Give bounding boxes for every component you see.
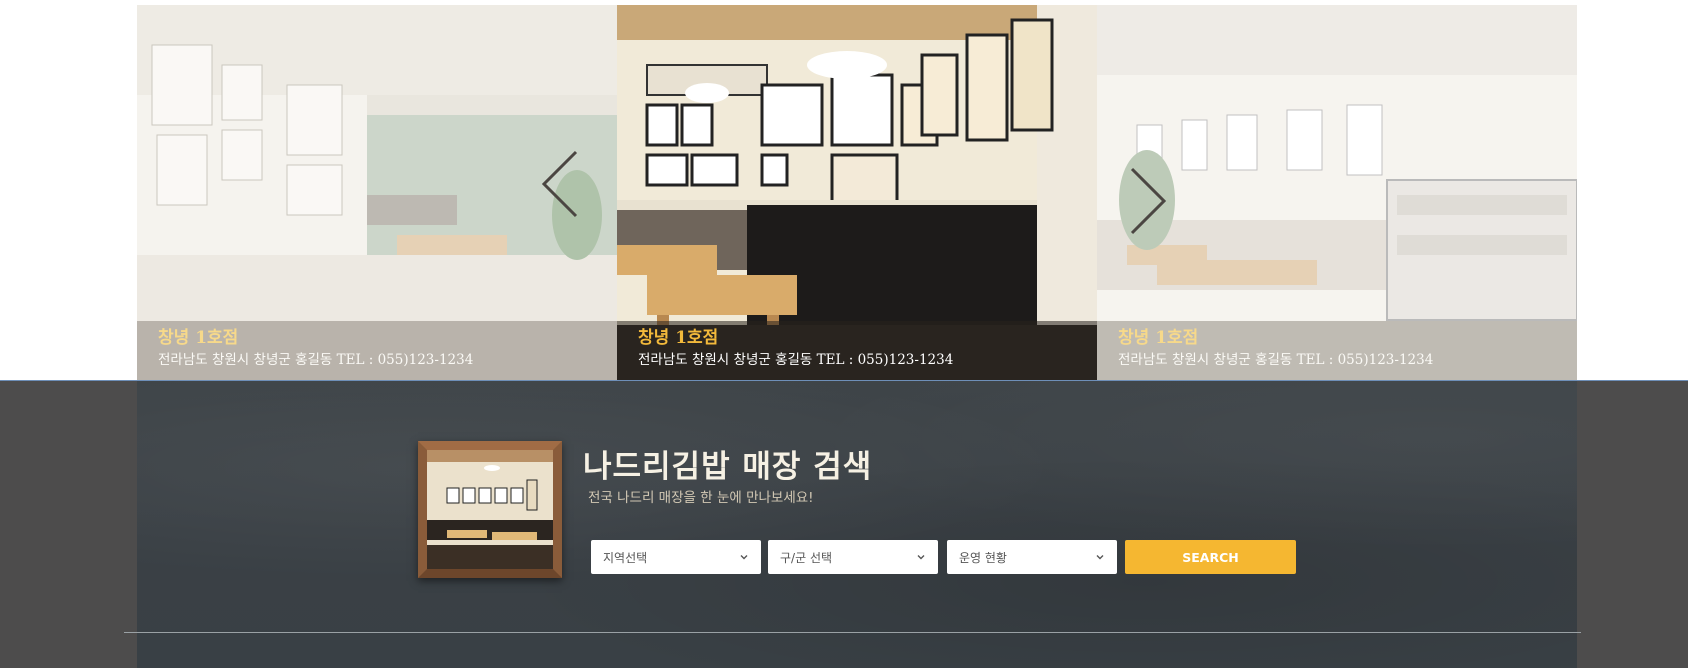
chevron-down-icon (740, 555, 748, 560)
status-select[interactable]: 운영 현황 (947, 540, 1117, 574)
chevron-down-icon (917, 555, 925, 560)
slide-caption: 창녕 1호점 전라남도 창원시 창녕군 홍길동 TEL : 055)123-12… (1097, 321, 1577, 380)
store-address: 전라남도 창원시 창녕군 홍길동 TEL : 055)123-1234 (638, 352, 954, 368)
region-select-label: 지역선택 (603, 550, 648, 565)
store-name: 창녕 1호점 (1118, 328, 1199, 348)
store-search-subtitle: 전국 나드리 매장을 한 눈에 만나보세요! (588, 490, 814, 506)
search-button[interactable]: SEARCH (1125, 540, 1296, 574)
district-select-label: 구/군 선택 (780, 550, 833, 565)
slide-store-2[interactable]: 창녕 1호점 전라남도 창원시 창녕군 홍길동 TEL : 055)123-12… (617, 5, 1097, 380)
slide-caption: 창녕 1호점 전라남도 창원시 창녕군 홍길동 TEL : 055)123-12… (137, 321, 617, 380)
store-slider: 창녕 1호점 전라남도 창원시 창녕군 홍길동 TEL : 055)123-12… (137, 5, 1577, 380)
slider-next-button[interactable] (1124, 165, 1170, 237)
store-name: 창녕 1호점 (158, 328, 239, 348)
slider-prev-button[interactable] (538, 148, 584, 220)
store-address: 전라남도 창원시 창녕군 홍길동 TEL : 055)123-1234 (158, 352, 474, 368)
section-divider (124, 632, 1581, 633)
store-name: 창녕 1호점 (638, 328, 719, 348)
status-select-label: 운영 현황 (959, 550, 1007, 565)
chevron-right-icon (1130, 167, 1167, 235)
district-select[interactable]: 구/군 선택 (768, 540, 938, 574)
region-select[interactable]: 지역선택 (591, 540, 761, 574)
chevron-down-icon (1096, 555, 1104, 560)
store-search-title: 나드리김밥 매장 검색 (583, 449, 873, 485)
store-search-section (0, 380, 1688, 668)
slide-caption: 창녕 1호점 전라남도 창원시 창녕군 홍길동 TEL : 055)123-12… (617, 321, 1097, 380)
store-interior-thumbnail (427, 450, 553, 569)
chevron-left-icon (541, 150, 578, 218)
store-thumbnail-frame (418, 441, 562, 578)
stone-texture-background (137, 381, 1577, 668)
store-address: 전라남도 창원시 창녕군 홍길동 TEL : 055)123-1234 (1118, 352, 1434, 368)
